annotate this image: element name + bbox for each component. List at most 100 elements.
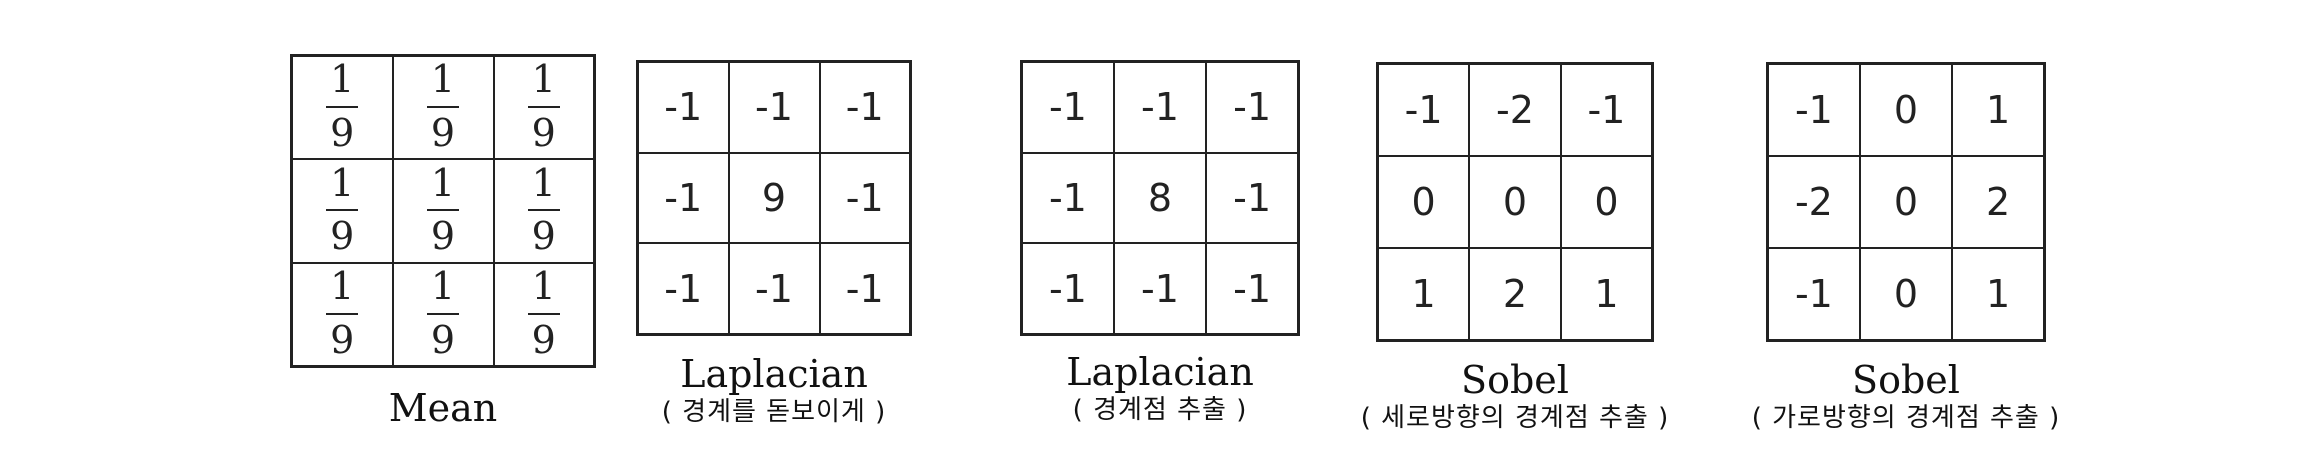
numerator: 1 (326, 266, 359, 315)
grid-cell: 1 (1951, 246, 2046, 342)
grid-cell: 2 (1468, 246, 1562, 342)
kernel-grid: 19 19 19 19 19 19 19 19 19 (290, 54, 596, 368)
grid-row: -1 8 -1 (1020, 151, 1300, 245)
kernel-sobel-horizontal: -1 0 1 -2 0 2 -1 0 1 (1766, 62, 2046, 342)
grid-cell: -1 (1112, 242, 1208, 336)
fraction: 19 (527, 163, 560, 259)
grid-cell: 9 (727, 151, 821, 245)
grid-cell: -1 (1766, 62, 1861, 158)
fraction: 19 (426, 59, 460, 156)
grid-cell: -1 (636, 60, 730, 154)
grid-cell: 0 (1468, 155, 1562, 249)
kernel-laplacian-sharpen: -1 -1 -1 -1 9 -1 -1 -1 -1 (636, 60, 912, 336)
grid-cell: -1 (1020, 151, 1115, 245)
grid-cell: 2 (1951, 155, 2046, 249)
kernel-grid: -1 0 1 -2 0 2 -1 0 1 (1766, 62, 2046, 342)
numerator: 1 (527, 266, 560, 315)
grid-cell: 19 (492, 158, 596, 264)
fraction: 19 (326, 59, 359, 156)
grid-cell: -1 (1020, 60, 1115, 154)
grid-cell: -1 (727, 242, 821, 336)
numerator: 1 (326, 59, 359, 109)
kernel-grid: -1 -1 -1 -1 8 -1 -1 -1 -1 (1020, 60, 1300, 336)
grid-row: -1 -2 -1 (1376, 62, 1654, 158)
denominator: 9 (330, 111, 355, 156)
grid-cell: 19 (492, 261, 596, 368)
denominator: 9 (531, 111, 556, 156)
grid-row: -1 0 1 (1766, 62, 2046, 158)
grid-cell: -1 (636, 151, 730, 245)
kernel-name: Sobel (1461, 358, 1569, 402)
grid-cell: 19 (492, 54, 596, 161)
grid-cell: -1 (727, 60, 821, 154)
grid-cell: 19 (391, 158, 495, 264)
fraction: 19 (426, 163, 460, 259)
caption-mean: Mean (290, 386, 596, 430)
kernel-subtitle: ( 세로방향의 경계점 추출 ) (1360, 403, 1670, 433)
numerator: 1 (426, 266, 460, 315)
grid-cell: -1 (636, 242, 730, 336)
grid-row: -1 -1 -1 (1020, 60, 1300, 154)
grid-cell: -1 (818, 151, 912, 245)
grid-cell: -1 (1205, 242, 1300, 336)
grid-row: -1 0 1 (1766, 246, 2046, 342)
denominator: 9 (430, 214, 456, 259)
grid-cell: 1 (1559, 246, 1654, 342)
grid-row: -2 0 2 (1766, 155, 2046, 249)
grid-cell: -1 (1205, 60, 1300, 154)
numerator: 1 (527, 163, 560, 212)
grid-row: 19 19 19 (290, 158, 596, 264)
grid-cell: 0 (1376, 155, 1471, 249)
caption-sobel-horizontal: Sobel ( 가로방향의 경계점 추출 ) (1686, 358, 2126, 434)
fraction: 19 (326, 163, 359, 259)
grid-cell: 0 (1858, 155, 1954, 249)
grid-row: -1 -1 -1 (636, 242, 912, 336)
fraction: 19 (426, 266, 460, 362)
kernel-subtitle: ( 가로방향의 경계점 추출 ) (1751, 403, 2061, 433)
grid-cell: -1 (1376, 62, 1471, 158)
grid-cell: -1 (1020, 242, 1115, 336)
denominator: 9 (330, 214, 355, 259)
grid-cell: 19 (290, 261, 394, 368)
denominator: 9 (430, 111, 456, 156)
numerator: 1 (527, 59, 560, 109)
grid-cell: 0 (1559, 155, 1654, 249)
grid-cell: -1 (818, 60, 912, 154)
grid-row: 19 19 19 (290, 261, 596, 368)
grid-cell: 1 (1951, 62, 2046, 158)
fraction: 19 (527, 266, 560, 362)
kernel-laplacian-edge: -1 -1 -1 -1 8 -1 -1 -1 -1 (1020, 60, 1300, 336)
grid-cell: 0 (1858, 246, 1954, 342)
kernel-mean: 19 19 19 19 19 19 19 19 19 (290, 54, 596, 368)
grid-cell: 1 (1376, 246, 1471, 342)
kernel-grid: -1 -1 -1 -1 9 -1 -1 -1 -1 (636, 60, 912, 336)
kernel-name: Laplacian (680, 352, 868, 396)
grid-cell: 19 (391, 54, 495, 161)
grid-cell: -1 (818, 242, 912, 336)
grid-cell: -2 (1468, 62, 1562, 158)
fraction: 19 (527, 59, 560, 156)
grid-cell: 19 (290, 54, 394, 161)
caption-sobel-vertical: Sobel ( 세로방향의 경계점 추출 ) (1295, 358, 1735, 434)
kernel-sobel-vertical: -1 -2 -1 0 0 0 1 2 1 (1376, 62, 1654, 342)
denominator: 9 (531, 214, 556, 259)
numerator: 1 (426, 59, 460, 109)
grid-row: -1 -1 -1 (636, 60, 912, 154)
grid-cell: 19 (290, 158, 394, 264)
grid-cell: -1 (1205, 151, 1300, 245)
grid-cell: -1 (1112, 60, 1208, 154)
kernel-name: Mean (388, 386, 498, 430)
grid-row: 1 2 1 (1376, 246, 1654, 342)
numerator: 1 (426, 163, 460, 212)
denominator: 9 (430, 317, 456, 362)
numerator: 1 (326, 163, 359, 212)
grid-row: -1 -1 -1 (1020, 242, 1300, 336)
denominator: 9 (531, 317, 556, 362)
grid-cell: -2 (1766, 155, 1861, 249)
grid-cell: 0 (1858, 62, 1954, 158)
kernel-grid: -1 -2 -1 0 0 0 1 2 1 (1376, 62, 1654, 342)
grid-cell: 19 (391, 261, 495, 368)
grid-row: 0 0 0 (1376, 155, 1654, 249)
kernel-name: Sobel (1852, 358, 1960, 402)
grid-row: 19 19 19 (290, 54, 596, 161)
